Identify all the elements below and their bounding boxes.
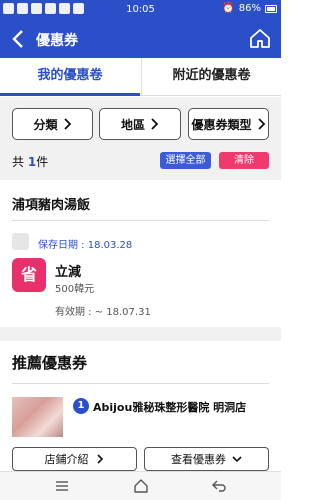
chevron-right-icon — [63, 118, 71, 130]
divider — [12, 383, 269, 384]
section-separator — [0, 327, 281, 341]
back-arrow-icon[interactable] — [8, 28, 30, 50]
store-name[interactable]: 浦項豬肉湯飯 — [12, 194, 90, 213]
system-nav-bar — [0, 471, 281, 500]
category-filter-label: 分類 — [33, 117, 58, 132]
tab-bar: 我的優惠卷 附近的優惠卷 — [0, 58, 281, 96]
tab-nearby-coupons[interactable]: 附近的優惠卷 — [141, 58, 281, 96]
region-filter-label: 地區 — [120, 117, 145, 132]
chevron-right-icon — [151, 118, 159, 130]
coupon-title[interactable]: 立減 — [55, 261, 81, 280]
chevron-down-icon — [232, 456, 242, 463]
menu-icon[interactable] — [54, 478, 70, 494]
coupon-count: 共 1件 — [12, 153, 48, 170]
status-bar: 10:05 ⏰ 86% — [0, 0, 281, 20]
coupon-badge-icon: 省 — [12, 258, 46, 292]
back-icon[interactable] — [211, 478, 227, 494]
page-title: 優惠券 — [36, 33, 78, 49]
coupon-expiry: 有效期 : ~ 18.07.31 — [55, 307, 151, 318]
view-coupons-label: 查看優惠券 — [171, 453, 226, 466]
recommended-title: 推薦優惠券 — [12, 354, 88, 372]
tab-my-coupons[interactable]: 我的優惠卷 — [0, 58, 140, 96]
category-filter-button[interactable]: 分類 — [12, 108, 93, 140]
divider — [12, 220, 269, 221]
chevron-right-icon — [257, 118, 265, 130]
chevron-right-icon — [96, 454, 103, 464]
count-suffix: 件 — [36, 155, 49, 169]
alarm-icon: ⏰ — [222, 3, 235, 14]
home-icon[interactable] — [249, 27, 271, 49]
coupon-type-filter-label: 優惠券類型 — [191, 117, 252, 132]
coupon-checkbox[interactable] — [12, 233, 29, 250]
coupon-type-filter-button[interactable]: 優惠券類型 — [188, 108, 269, 140]
clinic-name[interactable]: Abijou雅秘珠整形醫院 明洞店 — [93, 399, 246, 415]
count-number: 1 — [27, 155, 37, 169]
view-coupons-button[interactable]: 查看優惠券 — [144, 447, 269, 471]
map-pin-icon: 1 — [73, 398, 89, 414]
region-filter-button[interactable]: 地區 — [99, 108, 181, 140]
store-info-button[interactable]: 店鋪介紹 — [12, 447, 137, 471]
count-prefix: 共 — [12, 155, 25, 169]
saved-date: 保存日期 : 18.03.28 — [38, 240, 133, 251]
store-info-label: 店鋪介紹 — [44, 453, 89, 466]
battery-icon — [265, 4, 277, 13]
app-bar: 優惠券 — [0, 20, 281, 58]
battery-percent: 86% — [238, 3, 261, 14]
select-all-button[interactable]: 選擇全部 — [160, 152, 211, 169]
clinic-thumbnail[interactable] — [12, 397, 63, 437]
clear-button[interactable]: 清除 — [219, 152, 269, 169]
coupon-amount: 500韓元 — [55, 284, 95, 295]
home-icon[interactable] — [133, 478, 149, 494]
